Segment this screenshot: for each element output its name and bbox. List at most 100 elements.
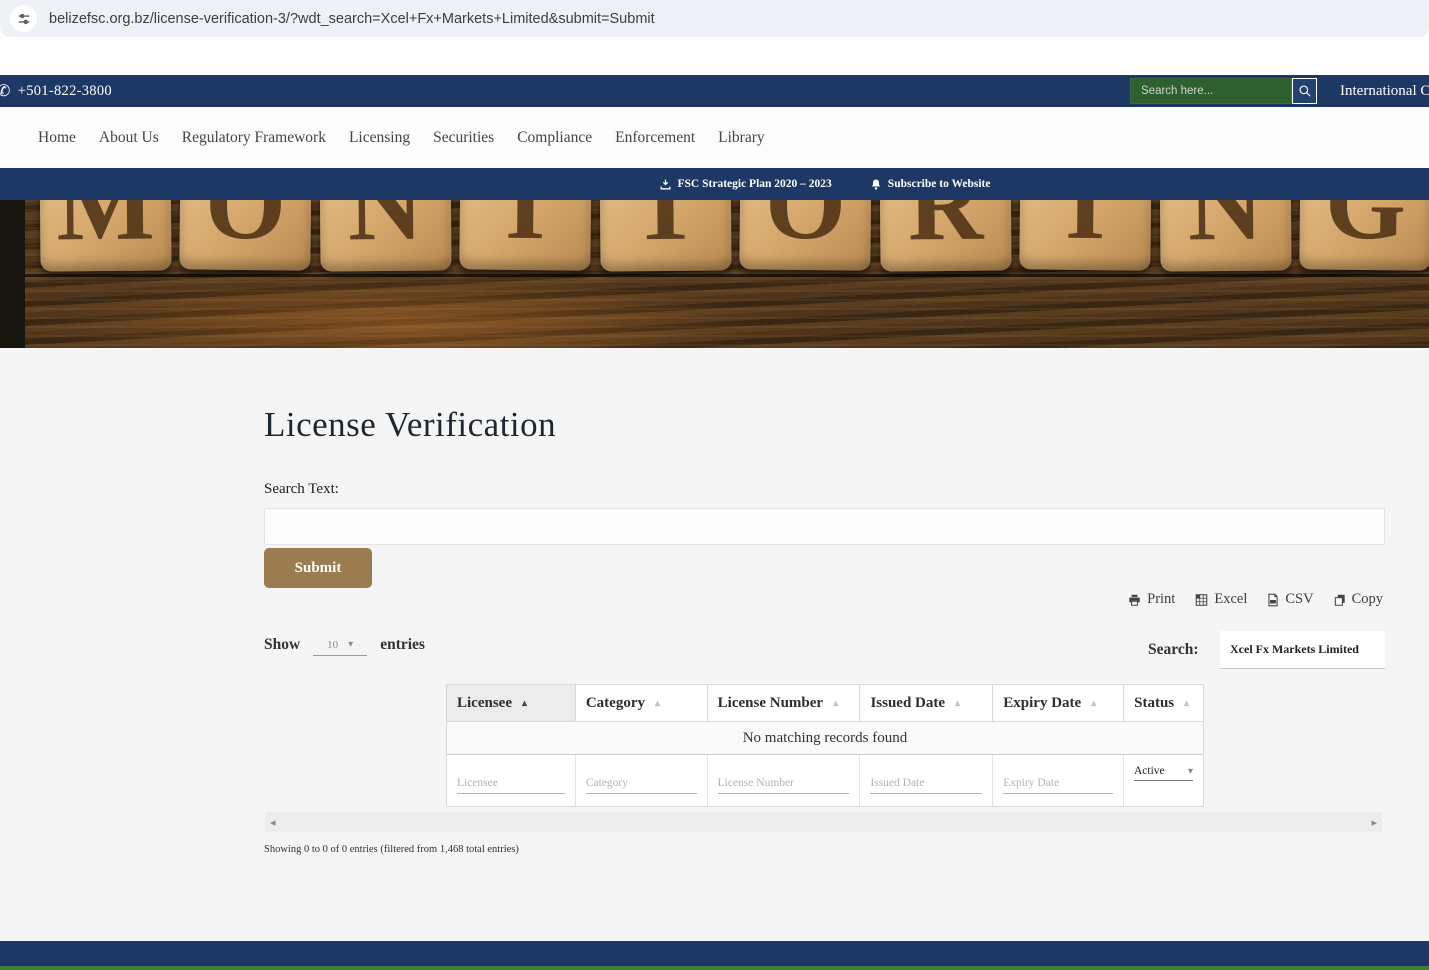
show-entries-control: Show 10 ▾ entries — [264, 634, 425, 656]
filter-licensee-input[interactable] — [457, 777, 565, 794]
site-search-input[interactable] — [1130, 78, 1292, 104]
copy-label: Copy — [1352, 591, 1383, 608]
column-label: Category — [586, 695, 645, 712]
filter-cell-category — [576, 755, 708, 806]
nav-item-compliance[interactable]: Compliance — [517, 129, 592, 147]
magnifier-icon — [1298, 84, 1312, 98]
subscribe-link[interactable]: Subscribe to Website — [870, 178, 991, 191]
block-letter: R — [907, 200, 983, 257]
filter-row: Active ▾ — [447, 754, 1203, 806]
column-header-expiry-date[interactable]: Expiry Date ▴ — [993, 685, 1124, 721]
block-letter: T — [630, 200, 700, 257]
site-search-button[interactable] — [1292, 78, 1317, 104]
nav-item-library[interactable]: Library — [718, 129, 764, 147]
column-label: Expiry Date — [1003, 695, 1081, 712]
printer-icon — [1127, 593, 1142, 607]
page-title: License Verification — [264, 405, 556, 445]
csv-button[interactable]: CSV — [1266, 591, 1313, 608]
filter-cell-license-number — [708, 755, 861, 806]
hero-table-edge — [0, 274, 1429, 277]
filter-license-number-input[interactable] — [718, 777, 850, 794]
filter-cell-status: Active ▾ — [1124, 755, 1203, 806]
subscribe-label: Subscribe to Website — [888, 178, 991, 190]
copy-icon — [1333, 593, 1347, 607]
browser-url-bar[interactable]: belizefsc.org.bz/license-verification-3/… — [0, 0, 1429, 37]
column-header-licensee[interactable]: Licensee ▴ — [447, 685, 576, 721]
url-text[interactable]: belizefsc.org.bz/license-verification-3/… — [49, 11, 655, 27]
status-filter-select[interactable]: Active ▾ — [1134, 765, 1193, 781]
filter-issued-date-input[interactable] — [870, 777, 982, 794]
column-header-license-number[interactable]: License Number ▴ — [708, 685, 861, 721]
page-size-value: 10 — [327, 639, 338, 651]
sort-asc-icon: ▴ — [833, 698, 838, 709]
strategic-plan-link[interactable]: FSC Strategic Plan 2020 – 2023 — [659, 178, 832, 191]
table-search-label: Search: — [1148, 641, 1199, 659]
filter-category-input[interactable] — [586, 777, 697, 794]
nav-item-home[interactable]: Home — [38, 129, 76, 147]
excel-label: Excel — [1214, 591, 1247, 608]
print-button[interactable]: Print — [1127, 591, 1175, 608]
announcement-bar: FSC Strategic Plan 2020 – 2023 Subscribe… — [0, 168, 1429, 200]
column-header-issued-date[interactable]: Issued Date ▴ — [860, 685, 993, 721]
nav-item-about-us[interactable]: About Us — [99, 129, 159, 147]
filter-cell-issued-date — [860, 755, 993, 806]
entries-label: entries — [380, 636, 425, 654]
empty-message: No matching records found — [743, 730, 908, 747]
column-header-status[interactable]: Status ▴ — [1124, 685, 1203, 721]
excel-button[interactable]: Excel — [1194, 591, 1247, 608]
site-info-icon[interactable] — [10, 5, 37, 32]
block-letter: G — [1325, 200, 1407, 256]
column-label: Issued Date — [870, 695, 945, 712]
letter-block: N — [319, 200, 451, 272]
topbar-link-international[interactable]: International Co — [1340, 75, 1429, 107]
print-label: Print — [1147, 591, 1175, 608]
footer-green-strip — [0, 966, 1429, 970]
main-content: License Verification Search Text: Submit… — [0, 348, 1429, 941]
block-letter: O — [765, 200, 847, 256]
scroll-left-icon[interactable]: ◂ — [270, 816, 276, 829]
nav-item-licensing[interactable]: Licensing — [349, 129, 410, 147]
license-table: Licensee ▴ Category ▴ License Number ▴ I… — [446, 684, 1204, 807]
sort-asc-icon: ▴ — [1091, 698, 1096, 709]
show-label: Show — [264, 636, 300, 654]
column-label: Status — [1134, 695, 1174, 712]
page-size-select[interactable]: 10 ▾ — [313, 634, 367, 656]
phone-icon: ✆ — [0, 81, 11, 101]
block-letter: N — [347, 200, 423, 257]
letter-block: M — [39, 200, 171, 272]
nav-item-regulatory-framework[interactable]: Regulatory Framework — [182, 129, 326, 147]
filter-cell-licensee — [447, 755, 576, 806]
tune-icon — [17, 12, 31, 26]
excel-icon — [1194, 593, 1209, 607]
empty-message-row: No matching records found — [447, 721, 1203, 754]
column-header-category[interactable]: Category ▴ — [576, 685, 708, 721]
csv-file-icon — [1266, 593, 1280, 607]
letter-block: N — [1159, 200, 1291, 272]
csv-label: CSV — [1285, 591, 1313, 608]
block-letter: I — [505, 200, 547, 256]
nav-item-enforcement[interactable]: Enforcement — [615, 129, 695, 147]
table-search-input[interactable] — [1220, 631, 1385, 669]
phone-contact: ✆ +501-822-3800 — [0, 75, 112, 107]
sort-asc-icon: ▴ — [522, 698, 527, 709]
letter-block: R — [879, 200, 1011, 272]
license-search-input[interactable] — [264, 508, 1385, 545]
topbar: ✆ +501-822-3800 International Co — [0, 75, 1429, 107]
table-horizontal-scrollbar[interactable]: ◂ ▸ — [265, 812, 1382, 832]
column-label: License Number — [718, 695, 823, 712]
copy-button[interactable]: Copy — [1333, 591, 1383, 608]
submit-button[interactable]: Submit — [264, 548, 372, 588]
main-nav: Home About Us Regulatory Framework Licen… — [0, 107, 1429, 168]
filter-cell-expiry-date — [993, 755, 1124, 806]
letter-block: O — [739, 200, 871, 271]
filter-expiry-date-input[interactable] — [1003, 777, 1113, 794]
letter-block: T — [599, 200, 731, 272]
scroll-right-icon[interactable]: ▸ — [1371, 816, 1377, 829]
sort-asc-icon: ▴ — [655, 698, 660, 709]
block-letter: I — [1065, 200, 1107, 256]
table-header-row: Licensee ▴ Category ▴ License Number ▴ I… — [447, 685, 1203, 721]
footer-bar — [0, 941, 1429, 967]
status-filter-value: Active — [1134, 765, 1165, 777]
nav-item-securities[interactable]: Securities — [433, 129, 494, 147]
strategic-plan-label: FSC Strategic Plan 2020 – 2023 — [678, 178, 832, 190]
